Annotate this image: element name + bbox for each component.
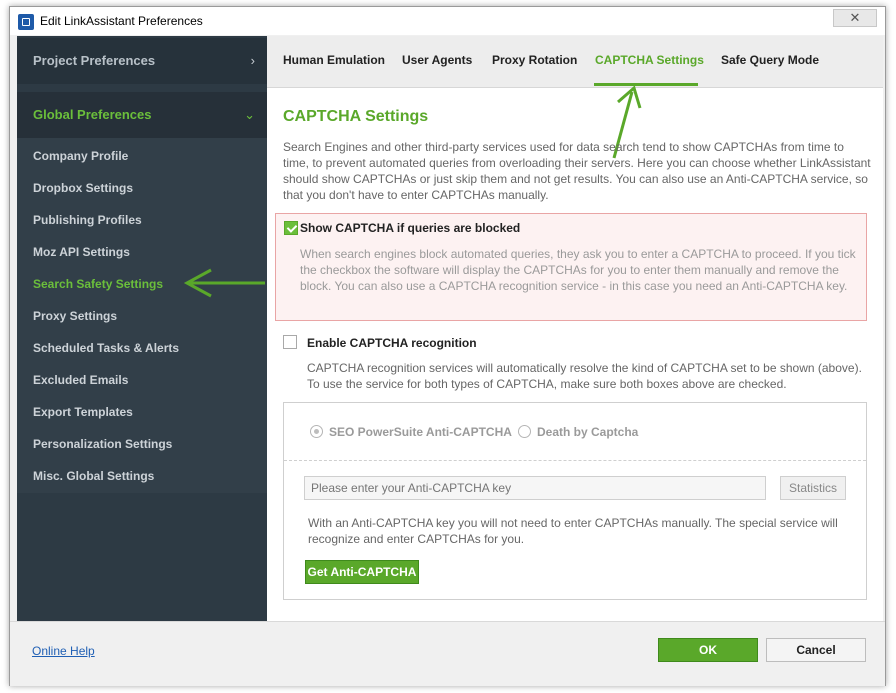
sidebar-item-proxy-settings[interactable]: Proxy Settings <box>33 309 117 323</box>
window-title: Edit LinkAssistant Preferences <box>40 14 203 28</box>
recognition-service-box: SEO PowerSuite Anti-CAPTCHA Death by Cap… <box>283 402 867 600</box>
seo-powersuite-label[interactable]: SEO PowerSuite Anti-CAPTCHA <box>329 425 512 439</box>
show-captcha-label[interactable]: Show CAPTCHA if queries are blocked <box>300 221 520 235</box>
tab-human-emulation[interactable]: Human Emulation <box>283 53 385 67</box>
seo-powersuite-radio[interactable] <box>310 425 323 438</box>
page-title: CAPTCHA Settings <box>283 108 429 125</box>
death-by-captcha-radio[interactable] <box>518 425 531 438</box>
content-panel: Human Emulation User Agents Proxy Rotati… <box>267 36 883 621</box>
ok-button[interactable]: OK <box>658 638 758 662</box>
enable-recognition-checkbox[interactable] <box>283 335 297 349</box>
show-captcha-checkbox[interactable] <box>284 221 298 235</box>
sidebar-list: Company Profile Dropbox Settings Publish… <box>17 138 267 493</box>
anti-captcha-key-input[interactable] <box>304 476 766 500</box>
online-help-link[interactable]: Online Help <box>32 644 95 658</box>
sidebar-section-label: Project Preferences <box>33 53 156 68</box>
sidebar-item-excluded-emails[interactable]: Excluded Emails <box>33 373 128 387</box>
death-by-captcha-label[interactable]: Death by Captcha <box>537 425 638 439</box>
sidebar-item-misc-global-settings[interactable]: Misc. Global Settings <box>33 469 154 483</box>
sidebar-item-dropbox-settings[interactable]: Dropbox Settings <box>33 181 133 195</box>
sidebar-item-moz-api-settings[interactable]: Moz API Settings <box>33 245 130 259</box>
sidebar-item-export-templates[interactable]: Export Templates <box>33 405 133 419</box>
tab-captcha-settings[interactable]: CAPTCHA Settings <box>595 53 704 67</box>
intro-text: Search Engines and other third-party ser… <box>283 140 871 202</box>
show-captcha-description: When search engines block automated quer… <box>300 247 856 293</box>
sidebar: Project Preferences › Global Preferences… <box>17 36 267 621</box>
show-captcha-highlight: Show CAPTCHA if queries are blocked When… <box>275 213 867 321</box>
chevron-right-icon: › <box>250 53 255 68</box>
sidebar-section-global-preferences[interactable]: Global Preferences ⌄ <box>17 92 267 138</box>
close-button[interactable]: ✕ <box>833 9 877 27</box>
tab-proxy-rotation[interactable]: Proxy Rotation <box>492 53 577 67</box>
chevron-down-icon: ⌄ <box>244 107 255 122</box>
sidebar-item-publishing-profiles[interactable]: Publishing Profiles <box>33 213 142 227</box>
enable-recognition-label[interactable]: Enable CAPTCHA recognition <box>307 336 477 350</box>
app-icon <box>18 14 34 30</box>
sidebar-section-project-preferences[interactable]: Project Preferences › <box>17 38 267 84</box>
arrow-left-annotation-icon <box>183 268 265 298</box>
tab-safe-query-mode[interactable]: Safe Query Mode <box>721 53 819 67</box>
get-anti-captcha-button[interactable]: Get Anti-CAPTCHA <box>305 560 419 584</box>
sidebar-item-company-profile[interactable]: Company Profile <box>33 149 128 163</box>
enable-recognition-description: CAPTCHA recognition services will automa… <box>307 361 862 391</box>
sidebar-item-personalization-settings[interactable]: Personalization Settings <box>33 437 172 451</box>
preferences-window: Edit LinkAssistant Preferences ✕ Project… <box>9 6 886 686</box>
sidebar-section-label: Global Preferences <box>33 107 152 122</box>
tab-bar: Human Emulation User Agents Proxy Rotati… <box>267 36 883 88</box>
sidebar-item-search-safety-settings[interactable]: Search Safety Settings <box>33 277 163 291</box>
footer: Online Help OK Cancel <box>10 621 885 686</box>
cancel-button[interactable]: Cancel <box>766 638 866 662</box>
tab-user-agents[interactable]: User Agents <box>402 53 472 67</box>
statistics-button[interactable]: Statistics <box>780 476 846 500</box>
title-bar: Edit LinkAssistant Preferences ✕ <box>10 7 885 35</box>
recognition-note: With an Anti-CAPTCHA key you will not ne… <box>308 516 838 546</box>
dashed-divider <box>284 460 866 461</box>
sidebar-item-scheduled-tasks-alerts[interactable]: Scheduled Tasks & Alerts <box>33 341 179 355</box>
